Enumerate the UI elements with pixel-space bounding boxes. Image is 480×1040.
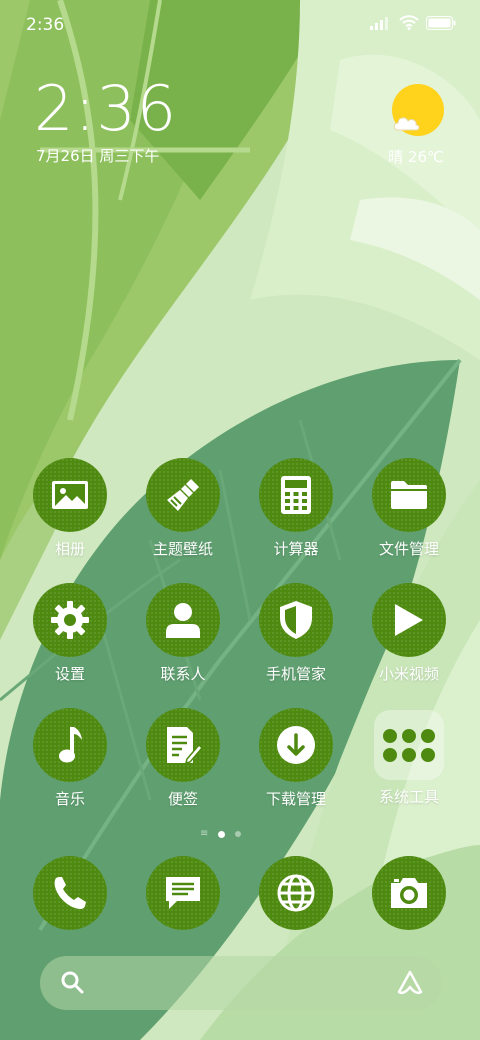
page-dot-active[interactable] bbox=[218, 830, 226, 838]
play-icon bbox=[372, 583, 446, 657]
download-icon bbox=[259, 708, 333, 782]
app-label: 设置 bbox=[54, 665, 85, 683]
dock-browser[interactable] bbox=[246, 856, 346, 930]
cloud-icon bbox=[393, 117, 420, 131]
assistant-icon[interactable] bbox=[396, 969, 424, 997]
app-settings[interactable]: 设置 bbox=[20, 583, 120, 684]
clock-widget-time[interactable]: 2:36 bbox=[34, 78, 177, 140]
status-icons bbox=[370, 15, 456, 30]
app-notes[interactable]: 便签 bbox=[133, 708, 233, 809]
app-mi-video[interactable]: 小米视频 bbox=[359, 583, 459, 684]
search-bar[interactable] bbox=[40, 956, 442, 1010]
page-dot[interactable] bbox=[235, 831, 242, 837]
app-themes[interactable]: 主题壁纸 bbox=[133, 458, 233, 559]
app-music[interactable]: 音乐 bbox=[20, 708, 120, 809]
page-indicator[interactable]: ≡ bbox=[200, 828, 242, 839]
app-downloads[interactable]: 下载管理 bbox=[246, 708, 346, 809]
notes-icon bbox=[146, 708, 220, 782]
mini-app-icon bbox=[383, 747, 397, 762]
brush-icon bbox=[146, 458, 220, 532]
weather-text[interactable]: 晴 26℃ bbox=[382, 146, 450, 167]
app-label: 文件管理 bbox=[378, 540, 439, 558]
mini-app-icon bbox=[421, 728, 435, 743]
app-gallery[interactable]: 相册 bbox=[20, 458, 120, 559]
app-contacts[interactable]: 联系人 bbox=[133, 583, 233, 684]
status-time: 2:36 bbox=[26, 15, 65, 35]
app-label: 计算器 bbox=[273, 540, 319, 558]
app-label: 小米视频 bbox=[378, 665, 439, 683]
music-note-icon bbox=[33, 708, 107, 782]
mini-app-icon bbox=[402, 728, 416, 743]
camera-icon bbox=[372, 856, 446, 930]
calculator-icon bbox=[259, 458, 333, 532]
dock-messages[interactable] bbox=[133, 856, 233, 930]
gallery-icon bbox=[33, 458, 107, 532]
clock-widget-date[interactable]: 7月26日 周三下午 bbox=[36, 145, 159, 166]
dock-camera[interactable] bbox=[359, 856, 459, 930]
browser-globe-icon bbox=[259, 856, 333, 930]
signal-icon bbox=[370, 16, 388, 30]
app-label: 下载管理 bbox=[265, 790, 326, 808]
app-label: 联系人 bbox=[160, 665, 206, 683]
folder-grid-icon bbox=[374, 710, 444, 780]
app-label: 便签 bbox=[167, 790, 198, 808]
status-bar: 2:36 bbox=[0, 0, 480, 50]
dock-phone[interactable] bbox=[20, 856, 120, 930]
app-label: 相册 bbox=[54, 540, 85, 558]
battery-icon bbox=[426, 15, 456, 30]
app-label: 主题壁纸 bbox=[152, 540, 213, 558]
menu-lines-icon: ≡ bbox=[200, 828, 209, 839]
mini-app-icon bbox=[383, 728, 397, 743]
phone-icon bbox=[33, 856, 107, 930]
gear-icon bbox=[33, 583, 107, 657]
app-folder-system-tools[interactable]: 系统工具 bbox=[359, 708, 459, 807]
mini-app-icon bbox=[402, 747, 416, 762]
mini-app-icon bbox=[421, 747, 435, 762]
app-file-manager[interactable]: 文件管理 bbox=[359, 458, 459, 559]
app-security[interactable]: 手机管家 bbox=[246, 583, 346, 684]
app-label: 音乐 bbox=[54, 790, 85, 808]
app-label: 手机管家 bbox=[265, 665, 326, 683]
app-label: 系统工具 bbox=[378, 788, 439, 806]
message-icon bbox=[146, 856, 220, 930]
folder-icon bbox=[372, 458, 446, 532]
app-calculator[interactable]: 计算器 bbox=[246, 458, 346, 559]
shield-icon bbox=[259, 583, 333, 657]
person-icon bbox=[146, 583, 220, 657]
wifi-icon bbox=[399, 15, 419, 30]
search-input[interactable] bbox=[96, 968, 390, 1000]
search-icon bbox=[61, 971, 84, 994]
